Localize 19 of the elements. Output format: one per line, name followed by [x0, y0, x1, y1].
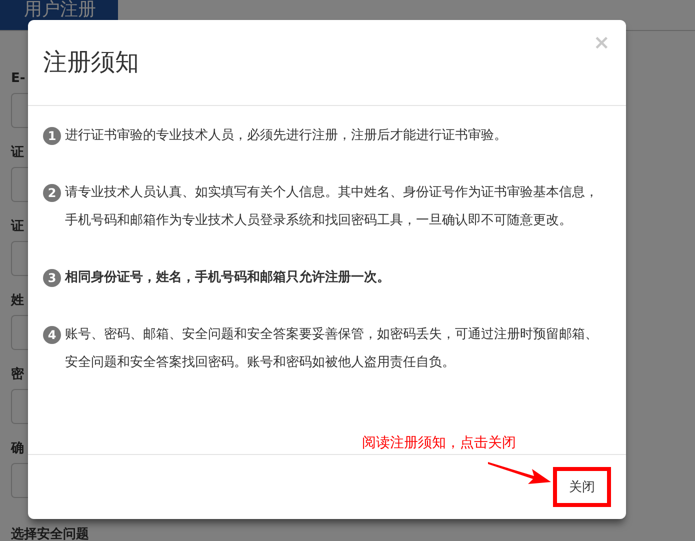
field-label: 确 [11, 441, 24, 457]
number-badge: 3 [43, 269, 61, 287]
field-label: 姓 [11, 293, 24, 309]
number-badge: 4 [43, 326, 61, 344]
field-label: 选择安全问题 [11, 527, 89, 541]
field-label: E- [11, 71, 26, 87]
number-badge: 1 [43, 127, 61, 145]
field-label: 证 [11, 145, 24, 161]
field-label: 证 [11, 219, 24, 235]
field-label: 密 [11, 367, 24, 383]
notice-text: 相同身份证号，姓名，手机号码和邮箱只允许注册一次。 [65, 268, 391, 287]
close-button[interactable]: 关闭 [553, 467, 611, 507]
number-badge: 2 [43, 184, 61, 202]
dialog-title: 注册须知 [43, 46, 139, 78]
notice-text: 请专业技术人员认真、如实填写有关个人信息。其中姓名、身份证号作为证书审验基本信息，手机号码和邮箱作为专业技术人员登录系统和找回密码工具，一旦确认即不可随意更改。 [65, 184, 599, 230]
notice-text: 账号、密码、邮箱、安全问题和安全答案要妥善保管，如密码丢失，可通过注册时预留邮箱、安全问题和安全答案找回密码。账号和密码如被他人盗用责任自负。 [65, 326, 599, 372]
notice-text: 进行证书审验的专业技术人员，必须先进行注册，注册后才能进行证书审验。 [65, 127, 508, 145]
annotation-text: 阅读注册须知，点击关闭 [362, 434, 516, 452]
annotation-arrow [488, 460, 552, 486]
